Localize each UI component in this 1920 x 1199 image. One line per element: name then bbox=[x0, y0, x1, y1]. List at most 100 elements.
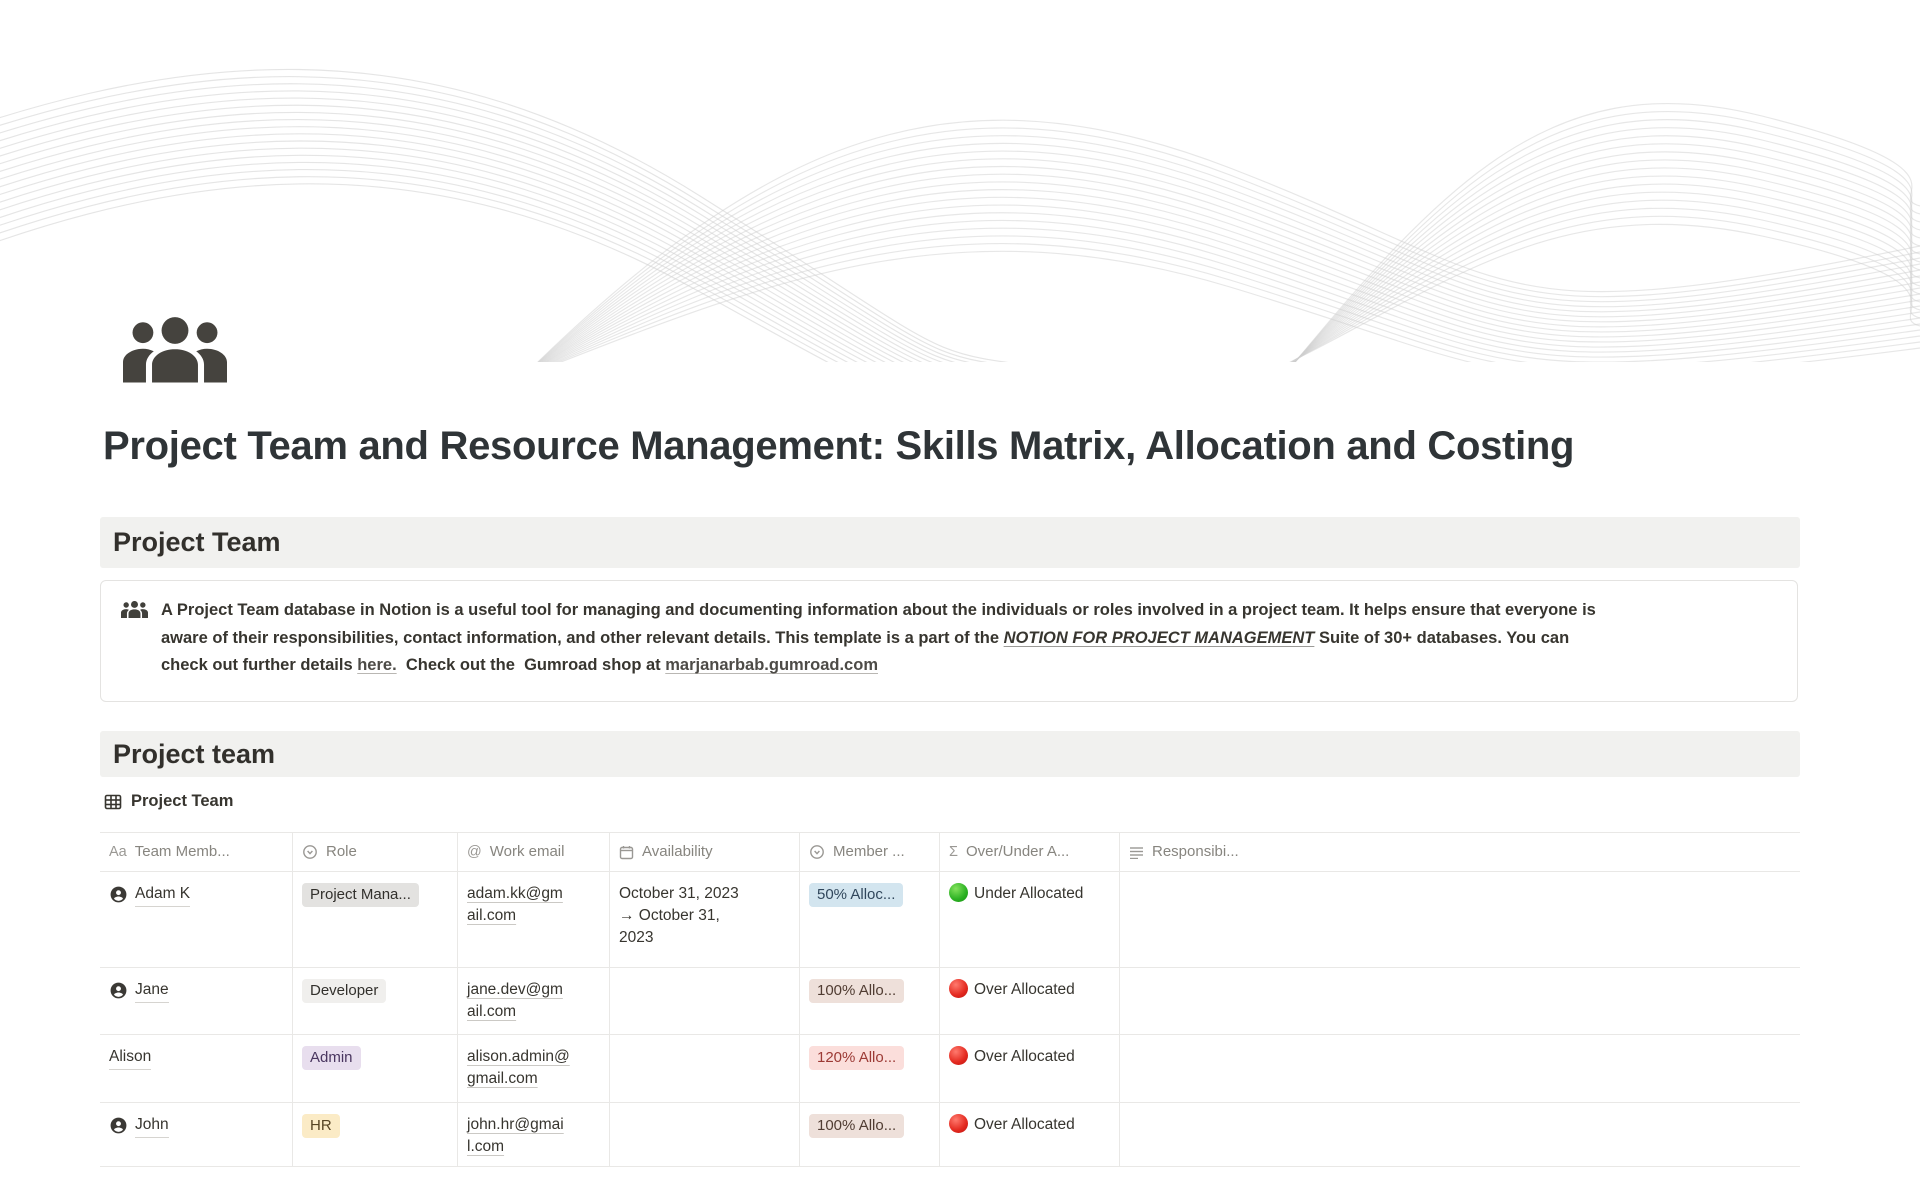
email-at-icon: @ bbox=[467, 841, 482, 863]
table-row: John HR john.hr@gmail.com 100% Allo... O… bbox=[100, 1103, 1800, 1167]
cell-work-email[interactable]: jane.dev@gmail.com bbox=[458, 968, 610, 1034]
email-value[interactable]: john.hr@gmail.com bbox=[467, 1114, 571, 1158]
cell-work-email[interactable]: john.hr@gmail.com bbox=[458, 1103, 610, 1166]
cell-team-member[interactable]: Jane bbox=[100, 968, 293, 1034]
page-link[interactable]: Alison bbox=[109, 1046, 151, 1070]
groups-icon bbox=[123, 317, 227, 383]
cell-over-under-allocated[interactable]: Over Allocated bbox=[940, 1035, 1120, 1102]
cell-role[interactable]: HR bbox=[293, 1103, 458, 1166]
cell-availability[interactable] bbox=[610, 1103, 800, 1166]
date-range-value: October 31, 2023 → October 31, 2023 bbox=[619, 883, 751, 949]
email-value[interactable]: jane.dev@gmail.com bbox=[467, 979, 571, 1023]
section-heading-project-team: Project Team bbox=[100, 517, 1800, 568]
status-text: Under Allocated bbox=[974, 885, 1083, 902]
text-lines-icon bbox=[1129, 846, 1144, 859]
callout-text-segment: check out further details bbox=[161, 656, 357, 674]
cell-over-under-allocated[interactable]: Over Allocated bbox=[940, 968, 1120, 1034]
status-text: Over Allocated bbox=[974, 1116, 1075, 1133]
page-link[interactable]: Jane bbox=[135, 979, 169, 1003]
cell-responsibilities[interactable] bbox=[1120, 1103, 1800, 1166]
database-title-text: Project Team bbox=[131, 792, 233, 811]
calendar-icon bbox=[619, 845, 634, 860]
section-heading-text: Project team bbox=[113, 739, 275, 770]
cell-role[interactable]: Developer bbox=[293, 968, 458, 1034]
cell-member-allocation[interactable]: 100% Allo... bbox=[800, 968, 940, 1034]
column-header-role[interactable]: Role bbox=[293, 833, 458, 871]
cell-member-allocation[interactable]: 50% Alloc... bbox=[800, 872, 940, 967]
cell-responsibilities[interactable] bbox=[1120, 968, 1800, 1034]
cell-responsibilities[interactable] bbox=[1120, 872, 1800, 967]
cell-role[interactable]: Project Mana... bbox=[293, 872, 458, 967]
here-link[interactable]: here. bbox=[357, 656, 396, 674]
sigma-icon: Σ bbox=[949, 841, 958, 863]
wave-lines-graphic bbox=[0, 0, 1920, 362]
cell-responsibilities[interactable] bbox=[1120, 1035, 1800, 1102]
page-link[interactable]: Adam K bbox=[135, 883, 190, 907]
column-header-work-email[interactable]: @ Work email bbox=[458, 833, 610, 871]
cell-work-email[interactable]: alison.admin@gmail.com bbox=[458, 1035, 610, 1102]
column-header-availability[interactable]: Availability bbox=[610, 833, 800, 871]
cell-over-under-allocated[interactable]: Over Allocated bbox=[940, 1103, 1120, 1166]
callout-line-3: check out further details here. Check ou… bbox=[161, 652, 1596, 680]
callout-block: A Project Team database in Notion is a u… bbox=[100, 580, 1798, 702]
notion-for-project-management-link[interactable]: NOTION FOR PROJECT MANAGEMENT bbox=[1004, 629, 1315, 647]
status-text: Over Allocated bbox=[974, 1048, 1075, 1065]
column-header-member-allocation[interactable]: Member ... bbox=[800, 833, 940, 871]
callout-text-segment: Check out the Gumroad shop at bbox=[397, 656, 666, 674]
green-circle-icon bbox=[949, 883, 968, 902]
role-tag: HR bbox=[302, 1114, 340, 1138]
cell-availability[interactable]: October 31, 2023 → October 31, 2023 bbox=[610, 872, 800, 967]
section-heading-project-team-sub: Project team bbox=[100, 731, 1800, 777]
email-value[interactable]: alison.admin@gmail.com bbox=[467, 1046, 571, 1090]
cell-team-member[interactable]: John bbox=[100, 1103, 293, 1166]
column-header-responsibilities[interactable]: Responsibi... bbox=[1120, 833, 1800, 871]
column-header-team-member[interactable]: Aa Team Memb... bbox=[100, 833, 293, 871]
allocation-tag: 100% Allo... bbox=[809, 1114, 904, 1138]
table-grid-icon bbox=[104, 793, 122, 811]
cell-member-allocation[interactable]: 120% Allo... bbox=[800, 1035, 940, 1102]
column-header-label: Work email bbox=[490, 841, 565, 863]
column-header-label: Member ... bbox=[833, 841, 905, 863]
column-header-label: Responsibi... bbox=[1152, 841, 1239, 863]
column-header-label: Role bbox=[326, 841, 357, 863]
role-tag: Developer bbox=[302, 979, 386, 1003]
red-circle-icon bbox=[949, 1114, 968, 1133]
page-link[interactable]: John bbox=[135, 1114, 169, 1138]
database-title[interactable]: Project Team bbox=[104, 792, 233, 811]
person-avatar-icon bbox=[109, 1116, 128, 1142]
person-avatar-icon bbox=[109, 885, 128, 911]
cell-work-email[interactable]: adam.kk@gmail.com bbox=[458, 872, 610, 967]
callout-line-2: aware of their responsibilities, contact… bbox=[161, 625, 1596, 653]
project-team-table: Aa Team Memb... Role @ Work email Availa… bbox=[100, 832, 1800, 1167]
callout-line-1: A Project Team database in Notion is a u… bbox=[161, 597, 1596, 625]
cell-team-member[interactable]: Adam K bbox=[100, 872, 293, 967]
cell-availability[interactable] bbox=[610, 1035, 800, 1102]
allocation-tag: 50% Alloc... bbox=[809, 883, 903, 907]
table-row: Jane Developer jane.dev@gmail.com 100% A… bbox=[100, 968, 1800, 1035]
callout-text: A Project Team database in Notion is a u… bbox=[161, 597, 1596, 701]
select-icon bbox=[302, 844, 318, 860]
cell-role[interactable]: Admin bbox=[293, 1035, 458, 1102]
role-tag: Project Mana... bbox=[302, 883, 419, 907]
callout-text-segment: Suite of 30+ databases. You can bbox=[1314, 629, 1569, 647]
cell-availability[interactable] bbox=[610, 968, 800, 1034]
role-tag: Admin bbox=[302, 1046, 361, 1070]
page-cover-wave-image bbox=[0, 0, 1920, 362]
email-value[interactable]: adam.kk@gmail.com bbox=[467, 883, 571, 927]
cell-member-allocation[interactable]: 100% Allo... bbox=[800, 1103, 940, 1166]
person-avatar-icon bbox=[109, 981, 128, 1007]
red-circle-icon bbox=[949, 979, 968, 998]
page-icon[interactable] bbox=[123, 317, 227, 383]
callout-text-segment: aware of their responsibilities, contact… bbox=[161, 629, 1004, 647]
table-row: Adam K Project Mana... adam.kk@gmail.com… bbox=[100, 872, 1800, 968]
select-icon bbox=[809, 844, 825, 860]
table-row: Alison Admin alison.admin@gmail.com 120%… bbox=[100, 1035, 1800, 1103]
column-header-over-under-allocated[interactable]: Σ Over/Under A... bbox=[940, 833, 1120, 871]
cell-team-member[interactable]: Alison bbox=[100, 1035, 293, 1102]
groups-icon bbox=[121, 601, 148, 701]
gumroad-link[interactable]: marjanarbab.gumroad.com bbox=[665, 656, 878, 674]
column-header-label: Over/Under A... bbox=[966, 841, 1069, 863]
cell-over-under-allocated[interactable]: Under Allocated bbox=[940, 872, 1120, 967]
page-title: Project Team and Resource Management: Sk… bbox=[103, 424, 1803, 469]
red-circle-icon bbox=[949, 1046, 968, 1065]
